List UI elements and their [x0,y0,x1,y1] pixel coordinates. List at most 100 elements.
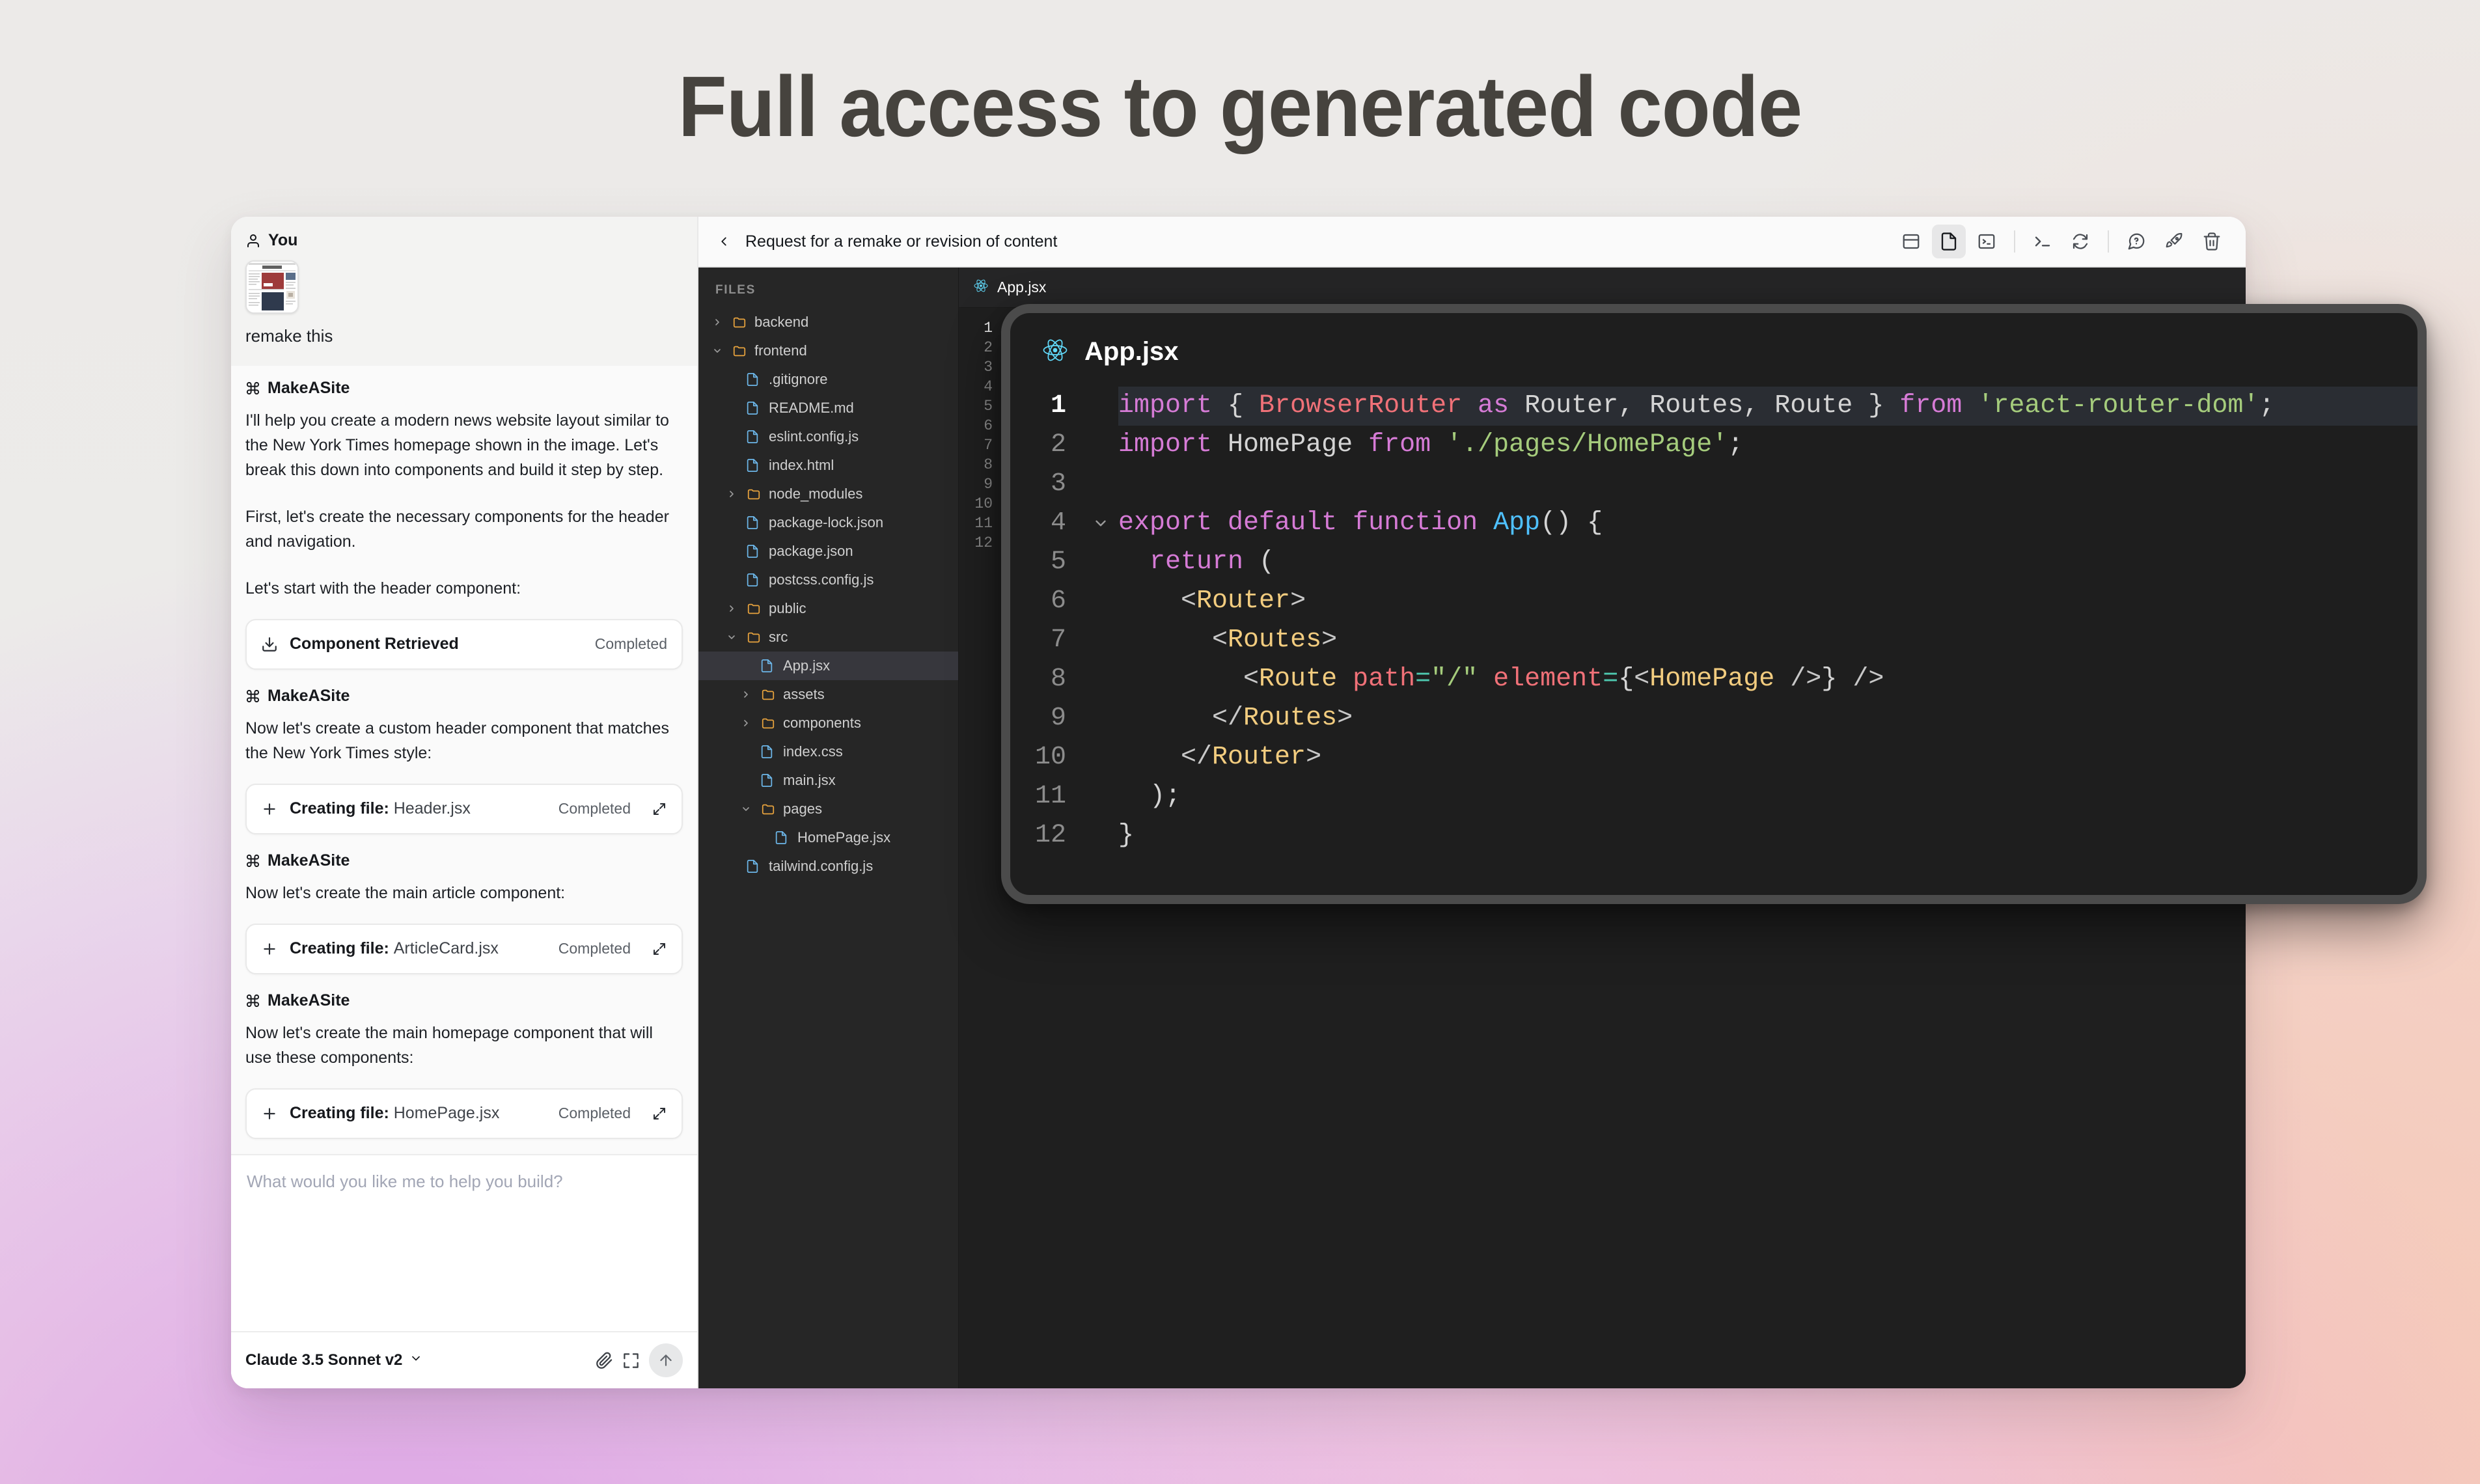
tree-item-backend[interactable]: backend [698,308,958,337]
code-line: <Route path="/" element={<HomePage />} /… [1243,665,1884,694]
tree-item-postcss-config-js[interactable]: postcss.config.js [698,566,958,594]
tree-item-label: eslint.config.js [769,428,859,445]
chevron-down-icon[interactable] [1083,504,1118,543]
tree-item-frontend[interactable]: frontend [698,337,958,365]
tree-item-main-jsx[interactable]: main.jsx [698,766,958,795]
expand-diagonal-icon[interactable] [652,801,667,817]
code-overlay-lines[interactable]: import { BrowserRouter as Router, Routes… [1118,387,2418,855]
chevron-right-icon[interactable] [739,718,753,728]
line-number: 3 [984,359,993,376]
code-line: export default function App() { [1118,508,1603,538]
rocket-icon[interactable] [2157,225,2191,258]
expand-diagonal-icon[interactable] [652,941,667,957]
code-fold-gutter[interactable] [1083,387,1118,855]
action-card-filename: HomePage.jsx [393,1104,500,1123]
line-number: 3 [1050,469,1066,499]
terminal-box-icon[interactable] [1970,225,2004,258]
tree-item--gitignore[interactable]: .gitignore [698,365,958,394]
attached-image-thumbnail[interactable] [245,260,299,314]
action-card-status: Completed [594,635,667,653]
code-overlay-header: App.jsx [1010,313,2418,387]
action-card-creating-header[interactable]: Creating file: Header.jsx Completed [245,783,683,834]
tree-item-homepage-jsx[interactable]: HomePage.jsx [698,823,958,852]
refresh-icon[interactable] [2063,225,2097,258]
model-selector[interactable]: Claude 3.5 Sonnet v2 [245,1351,422,1369]
chevron-right-icon[interactable] [724,489,739,499]
action-card-label: Component Retrieved [290,635,459,653]
tree-item-src[interactable]: src [698,623,958,652]
line-number: 2 [984,339,993,356]
assistant-message: MakeASite Now let's create the main home… [231,978,697,1074]
assistant-paragraph: First, let's create the necessary compon… [245,507,669,551]
tree-item-label: App.jsx [783,657,831,674]
line-number: 8 [984,456,993,473]
help-circle-icon[interactable] [2119,225,2153,258]
chevron-down-icon[interactable] [710,346,724,356]
assistant-author-row: MakeASite [245,687,683,706]
tree-item-label: backend [754,314,809,330]
assistant-message: MakeASite Now let's create the main arti… [231,838,697,909]
tree-item-eslint-config-js[interactable]: eslint.config.js [698,422,958,451]
trash-icon[interactable] [2195,225,2229,258]
nyt-thumbnail-graphic [247,262,297,312]
tree-item-tailwind-config-js[interactable]: tailwind.config.js [698,852,958,881]
tree-item-assets[interactable]: assets [698,680,958,709]
code-line: import { BrowserRouter as Router, Routes… [1118,387,2418,426]
plus-icon [261,941,278,957]
tree-item-readme-md[interactable]: README.md [698,394,958,422]
tree-item-node-modules[interactable]: node_modules [698,480,958,508]
chevron-right-icon[interactable] [724,603,739,614]
fold-slot [1083,699,1118,738]
code-line: } [1118,821,1135,850]
chevron-right-icon[interactable] [710,317,724,327]
chat-input[interactable]: What would you like me to help you build… [231,1155,697,1331]
expand-diagonal-icon[interactable] [652,1106,667,1121]
paperclip-icon[interactable] [596,1351,613,1369]
action-card-creating-homepage[interactable]: Creating file: HomePage.jsx Completed [245,1088,683,1139]
tree-item-index-css[interactable]: index.css [698,737,958,766]
chevron-down-icon[interactable] [724,632,739,642]
tree-item-label: assets [783,686,825,702]
command-icon [245,993,260,1008]
assistant-author-label: MakeASite [268,378,350,397]
action-card-component-retrieved[interactable]: Component Retrieved Completed [245,618,683,670]
tree-item-label: main.jsx [783,772,836,788]
tree-item-label: public [769,600,806,616]
file-icon [760,744,777,760]
tree-item-public[interactable]: public [698,594,958,623]
folder-icon [760,716,777,730]
action-card-creating-articlecard[interactable]: Creating file: ArticleCard.jsx Completed [245,923,683,974]
folder-icon [745,601,762,616]
expand-icon[interactable] [622,1352,640,1369]
tree-item-index-html[interactable]: index.html [698,451,958,480]
editor-tab-app-jsx[interactable]: App.jsx [973,278,1046,297]
editor-tab-label: App.jsx [997,279,1047,295]
send-button[interactable] [649,1343,683,1377]
tree-item-label: pages [783,801,822,817]
command-icon [245,853,260,868]
tree-item-pages[interactable]: pages [698,795,958,823]
tree-item-label: HomePage.jsx [797,829,891,845]
code-line: ); [1118,782,1181,811]
folder-icon [731,344,748,358]
tree-item-components[interactable]: components [698,709,958,737]
toolbar-divider [2108,230,2109,253]
tree-item-package-lock-json[interactable]: package-lock.json [698,508,958,537]
file-icon[interactable] [1932,225,1966,258]
fold-slot [1083,816,1118,855]
editor-tab-bar: App.jsx [959,268,2246,308]
chevron-left-icon[interactable] [713,234,735,249]
tree-item-package-json[interactable]: package.json [698,537,958,566]
tree-item-label: .gitignore [769,371,828,387]
tree-item-app-jsx[interactable]: App.jsx [698,652,958,680]
chevron-right-icon[interactable] [739,689,753,700]
line-number: 10 [974,495,993,512]
line-number: 1 [1050,391,1066,420]
console-prompt-icon[interactable] [2026,225,2060,258]
person-icon [245,233,261,249]
chevron-down-icon[interactable] [739,804,753,814]
folder-icon [745,487,762,501]
tree-item-label: src [769,629,788,645]
layout-panel-icon[interactable] [1894,225,1928,258]
